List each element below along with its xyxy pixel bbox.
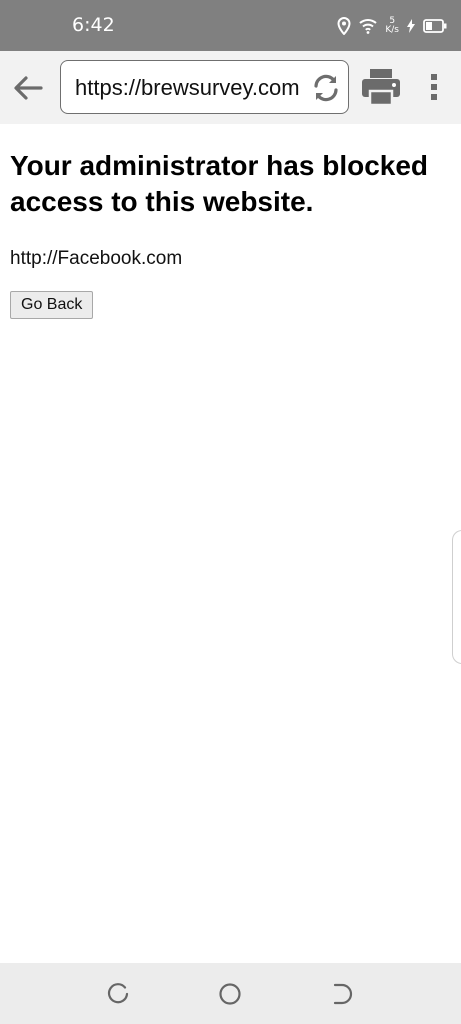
navigation-bar <box>0 963 461 1024</box>
back-arrow-icon <box>14 76 43 100</box>
page-content: Your administrator has blocked access to… <box>10 124 455 319</box>
side-panel-handle[interactable] <box>452 530 461 664</box>
url-text[interactable]: https://brewsurvey.com <box>75 75 305 101</box>
screen: 6:42 5 K/s https://brewsurvey.com Your a… <box>0 0 461 1024</box>
blocked-url: http://Facebook.com <box>10 248 183 269</box>
print-button[interactable] <box>359 65 403 109</box>
home-icon <box>219 983 241 1005</box>
recent-apps-button[interactable] <box>105 981 131 1007</box>
page-title: Your administrator has blocked access to… <box>10 150 429 217</box>
net-speed: 5 K/s <box>385 17 399 35</box>
reload-icon <box>314 74 338 102</box>
print-icon <box>362 69 400 107</box>
reload-button[interactable] <box>310 72 342 104</box>
more-vert-icon <box>431 74 437 100</box>
status-bar: 6:42 5 K/s <box>0 0 461 51</box>
back-button[interactable] <box>8 69 48 107</box>
charging-icon <box>407 19 415 33</box>
back-icon <box>333 983 353 1005</box>
url-bar[interactable]: https://brewsurvey.com <box>60 60 349 114</box>
location-icon <box>337 17 351 35</box>
more-options-button[interactable] <box>420 70 448 104</box>
status-icons: 5 K/s <box>337 14 447 38</box>
net-speed-unit: K/s <box>385 25 399 35</box>
recent-apps-icon <box>107 983 129 1004</box>
home-button[interactable] <box>217 981 243 1007</box>
status-time: 6:42 <box>72 14 115 36</box>
go-back-button[interactable]: Go Back <box>10 291 94 319</box>
nav-back-button[interactable] <box>329 981 355 1007</box>
wifi-icon <box>359 18 378 34</box>
browser-toolbar: https://brewsurvey.com <box>0 51 461 124</box>
battery-icon <box>423 19 447 33</box>
